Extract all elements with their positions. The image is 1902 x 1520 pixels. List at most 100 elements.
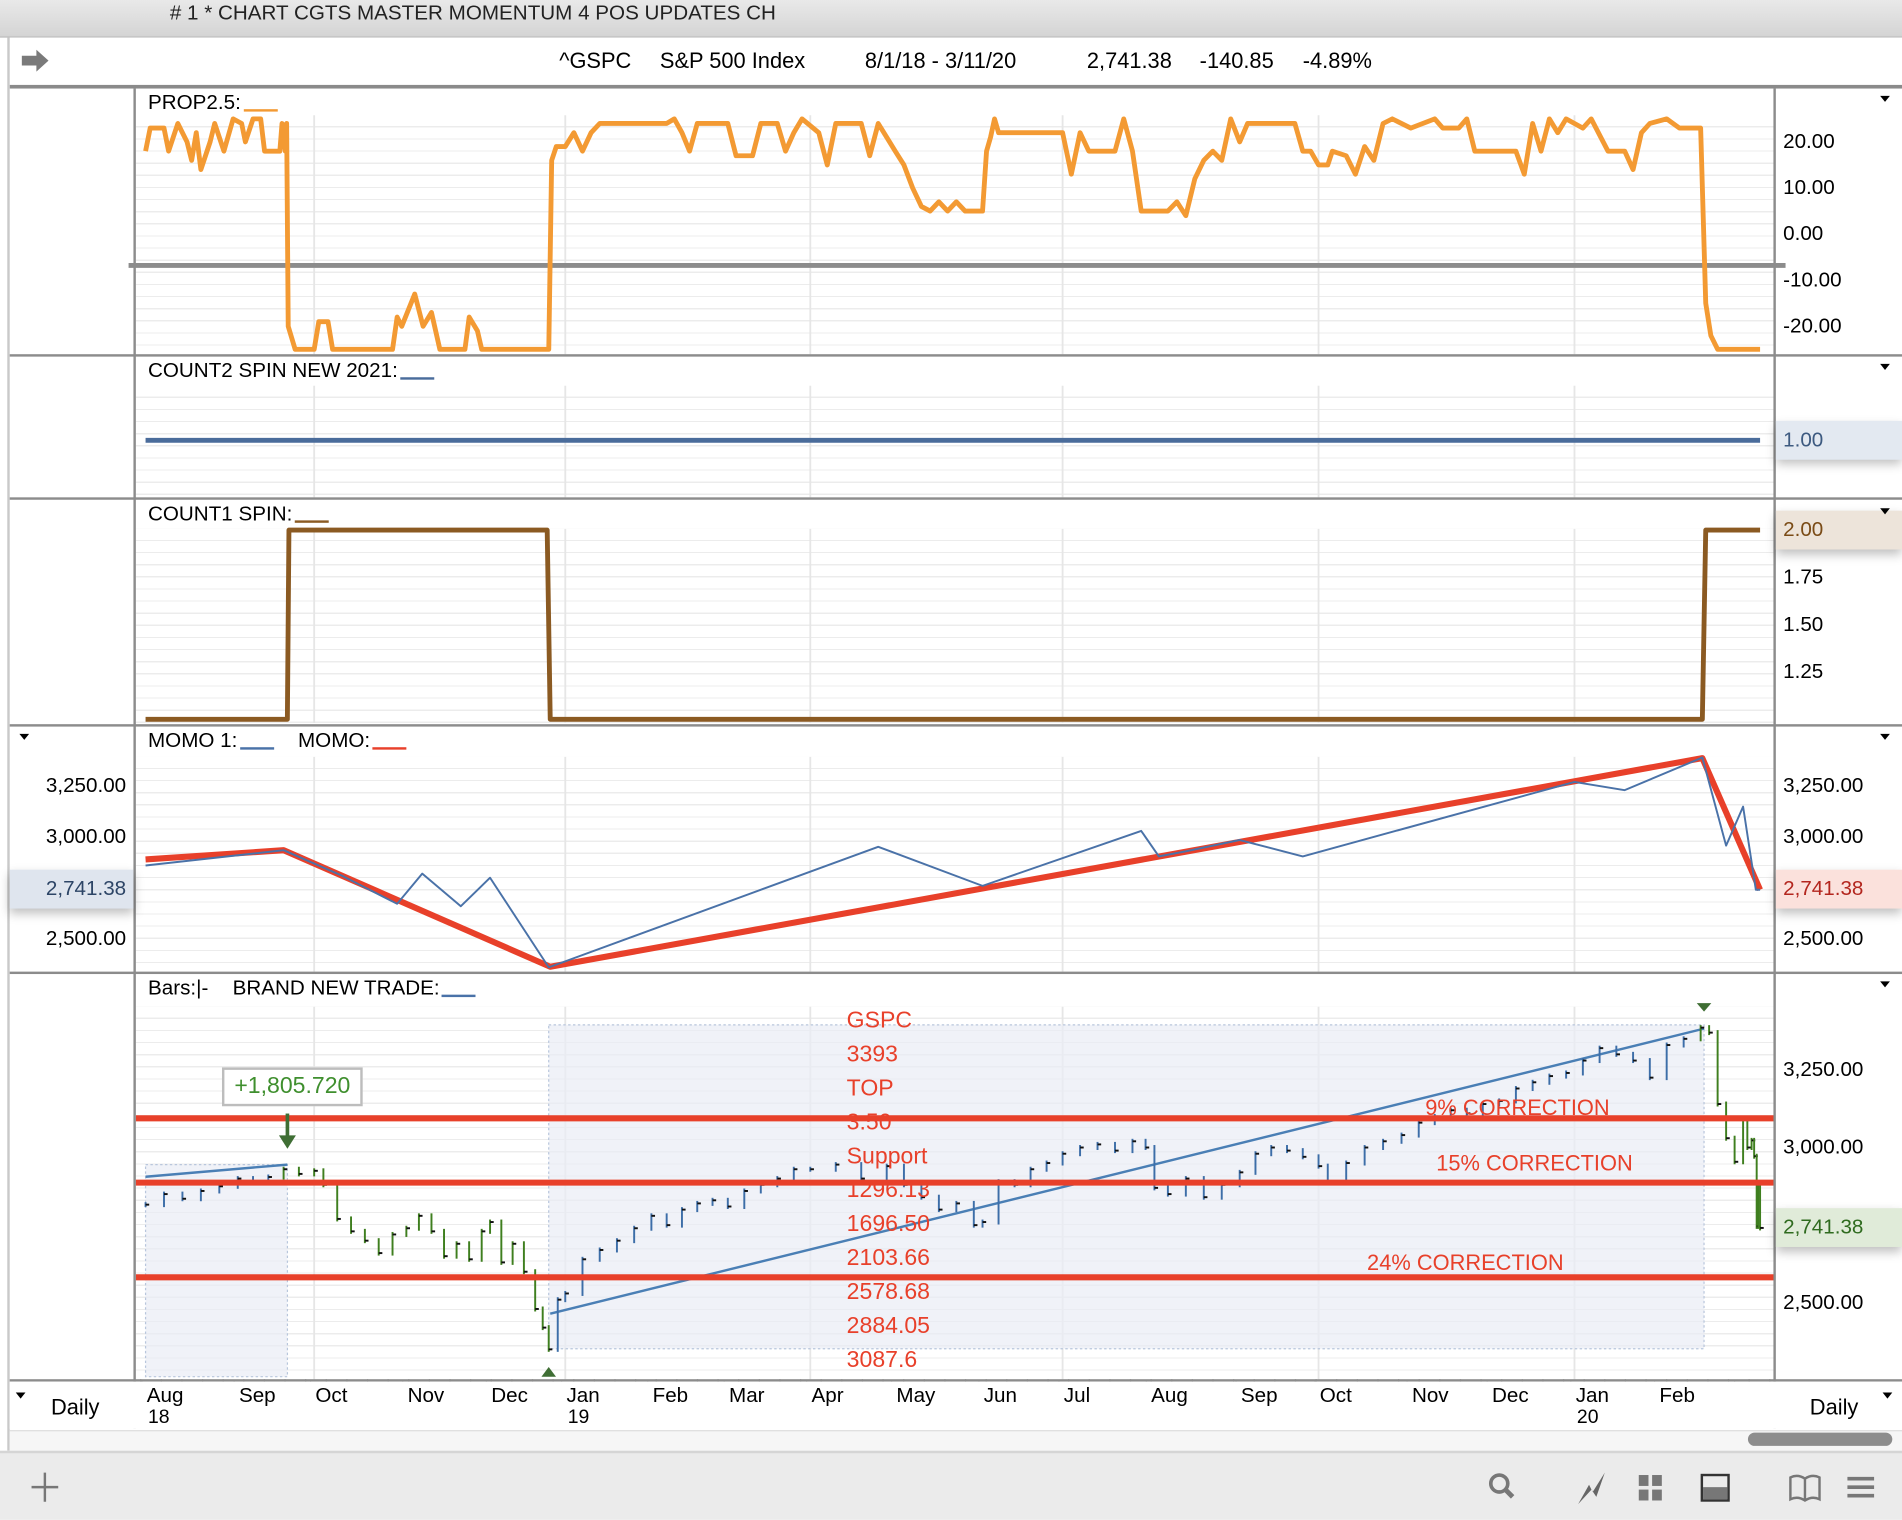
momo-axis-label: 3,000.00	[1783, 824, 1864, 848]
count2-legend[interactable]: COUNT2 SPIN NEW 2021:	[147, 359, 435, 383]
month-label: Dec	[1492, 1384, 1529, 1408]
plus-icon[interactable]	[29, 1470, 61, 1504]
panel-divider[interactable]	[9, 354, 1902, 357]
momo-label: MOMO:	[298, 729, 371, 753]
trade-gain-label: +1,805.720	[221, 1067, 363, 1107]
correction-label-24: 24% CORRECTION	[1367, 1250, 1564, 1275]
prop-menu-icon[interactable]	[1880, 95, 1890, 102]
prop-axis-label: -20.00	[1783, 314, 1842, 338]
bars-label: Bars:	[147, 976, 197, 1000]
annotation-text: 1296.13	[846, 1177, 930, 1204]
count2-menu-icon[interactable]	[1880, 363, 1890, 370]
periodicity-left-menu-icon[interactable]	[15, 1392, 26, 1399]
panel-icon[interactable]	[1698, 1470, 1732, 1504]
count2-value-badge: 1.00	[1775, 420, 1902, 460]
prop-axis-label: -10.00	[1783, 268, 1842, 292]
scrollbar-thumb[interactable]	[1747, 1432, 1893, 1446]
periodicity-right-menu-icon[interactable]	[1882, 1392, 1893, 1399]
momo-left-menu-icon[interactable]	[19, 733, 30, 740]
exit-triangle-icon	[1696, 1003, 1712, 1012]
trade-swatch	[442, 994, 477, 998]
panel-divider[interactable]	[9, 497, 1902, 500]
momo-left-axis-label: 3,000.00	[45, 824, 127, 848]
count1-value: 2.00	[1783, 517, 1824, 542]
month-label: Sep	[1240, 1384, 1278, 1408]
month-label: Aug	[1151, 1384, 1188, 1408]
prop-axis-label: 0.00	[1783, 221, 1824, 246]
count1-swatch	[294, 520, 329, 523]
trade-arrow-head-icon	[278, 1135, 296, 1149]
bars-menu-icon[interactable]	[1880, 981, 1890, 988]
left-axis-divider	[133, 88, 136, 1429]
correction-label-9: 9% CORRECTION	[1425, 1095, 1610, 1120]
annotation-text: 2884.05	[846, 1313, 930, 1340]
month-label: Jan	[1575, 1384, 1609, 1408]
annotation-text: 2578.68	[846, 1279, 930, 1306]
selection-region	[548, 1024, 1705, 1350]
panel-divider[interactable]	[9, 724, 1902, 727]
menu-icon[interactable]	[1844, 1470, 1878, 1504]
annotation-text: 3087.6	[846, 1347, 918, 1374]
bars-value-badge: 2,741.38	[1775, 1208, 1902, 1247]
momo-legend[interactable]: MOMO 1: MOMO:	[148, 729, 407, 753]
month-label: Feb	[1659, 1384, 1695, 1408]
year-label: 20	[1576, 1407, 1599, 1428]
count2-label: COUNT2 SPIN NEW 2021:	[147, 359, 398, 383]
count1-legend[interactable]: COUNT1 SPIN:	[148, 502, 329, 526]
prop-axis-label: 10.00	[1783, 175, 1835, 199]
annotation-text: 2103.66	[846, 1245, 930, 1272]
prop-series-line	[143, 116, 1761, 352]
book-icon[interactable]	[1787, 1470, 1823, 1504]
annotation-text: Support	[846, 1143, 928, 1170]
correction-label-15: 15% CORRECTION	[1436, 1151, 1633, 1176]
horizontal-scrollbar[interactable]	[9, 1430, 1902, 1451]
periodicity-left[interactable]: Daily	[51, 1395, 100, 1420]
year-label: 19	[567, 1407, 590, 1428]
month-label: May	[896, 1384, 936, 1408]
momo-left-axis-label: 2,500.00	[45, 926, 127, 950]
month-label: Apr	[811, 1384, 844, 1408]
month-label: Dec	[491, 1384, 528, 1408]
year-label: 18	[147, 1407, 170, 1428]
layout-grid-icon[interactable]	[1635, 1470, 1667, 1504]
bars-legend[interactable]: Bars:|- BRAND NEW TRADE:	[147, 976, 477, 1000]
month-label: Nov	[1411, 1384, 1449, 1408]
search-icon[interactable]	[1486, 1470, 1518, 1504]
momo-value: 2,741.38	[1783, 877, 1864, 901]
prop-legend[interactable]: PROP2.5:	[147, 90, 278, 115]
periodicity-right[interactable]: Daily	[1810, 1395, 1859, 1420]
count1-value-badge: 2.00	[1775, 510, 1902, 550]
count1-label: COUNT1 SPIN:	[147, 502, 293, 526]
month-label: Oct	[1319, 1384, 1352, 1408]
chart-plot-area[interactable]	[0, 0, 1902, 1520]
momo-left-axis-label: 3,250.00	[45, 773, 127, 797]
panel-divider[interactable]	[9, 971, 1902, 975]
bars-axis-label: 3,000.00	[1783, 1135, 1864, 1159]
month-label: Jun	[983, 1384, 1018, 1408]
month-label: Oct	[315, 1384, 348, 1408]
bottom-toolbar	[0, 1450, 1902, 1520]
month-label: Nov	[407, 1384, 445, 1408]
selection-region	[144, 1163, 289, 1378]
entry-triangle-icon	[541, 1367, 556, 1377]
chart-window: # 1 * CHART CGTS MASTER MOMENTUM 4 POS U…	[0, 0, 1902, 1520]
count1-menu-icon[interactable]	[1880, 508, 1890, 515]
momo1-label: MOMO 1:	[147, 729, 238, 753]
annotation-text: 1696.50	[846, 1211, 930, 1238]
month-label: Mar	[729, 1384, 765, 1408]
count2-value: 1.00	[1783, 428, 1824, 452]
bars-value: 2,741.38	[1783, 1215, 1864, 1239]
annotation-text: GSPC	[846, 1008, 913, 1034]
chart-style-icon[interactable]	[1574, 1470, 1608, 1506]
time-axis[interactable]	[9, 1381, 1902, 1429]
momo-swatch	[372, 747, 407, 750]
bars-axis-label: 3,250.00	[1783, 1057, 1864, 1081]
prop-label: PROP2.5:	[147, 90, 241, 115]
bars-style: |-	[196, 976, 209, 1000]
count1-series-line	[145, 527, 1761, 722]
month-label: Feb	[652, 1384, 689, 1408]
momo-left-value: 2,741.38	[45, 877, 127, 901]
annotation-text: 3393	[846, 1041, 898, 1068]
momo-left-value-badge: 2,741.38	[9, 869, 134, 909]
momo-menu-icon[interactable]	[1880, 733, 1890, 740]
